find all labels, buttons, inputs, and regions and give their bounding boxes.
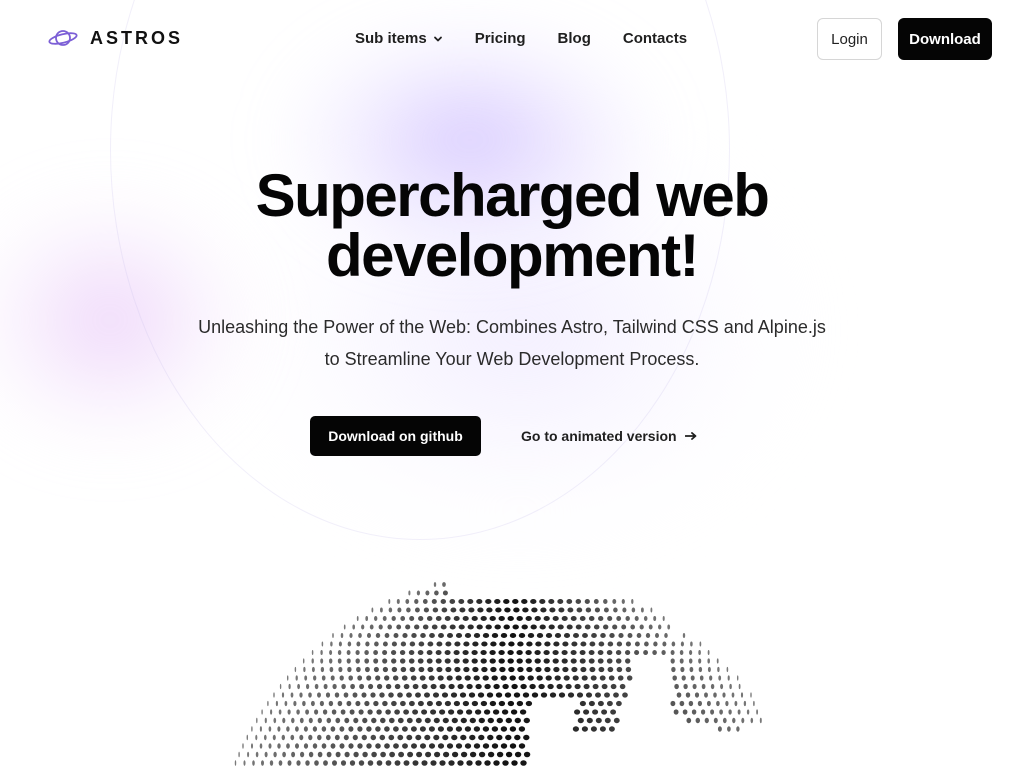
login-button[interactable]: Login <box>817 18 882 60</box>
hero-title-line-1: Supercharged web <box>255 162 770 229</box>
hero-title: Supercharged web development! <box>160 166 864 286</box>
animated-version-link[interactable]: Go to animated version <box>521 426 697 446</box>
brand-logo[interactable]: ASTROS <box>48 26 183 50</box>
hero-title-line-2: development! <box>325 222 700 289</box>
download-button[interactable]: Download <box>898 18 992 60</box>
nav-item-blog[interactable]: Blog <box>558 30 591 47</box>
globe-dots <box>234 582 762 766</box>
animated-version-label: Go to animated version <box>521 428 677 444</box>
nav-item-contacts[interactable]: Contacts <box>623 30 687 47</box>
dotted-globe-icon <box>234 582 762 766</box>
nav-item-sub-items[interactable]: Sub items <box>355 30 443 47</box>
planet-icon <box>48 30 78 46</box>
hero-subtitle: Unleashing the Power of the Web: Combine… <box>170 311 854 375</box>
brand-name: ASTROS <box>90 27 184 48</box>
arrow-right-icon <box>684 432 696 440</box>
landing-page: ASTROS Sub items Pricing Blog Contacts L… <box>0 0 1024 768</box>
site-header: ASTROS Sub items Pricing Blog Contacts L… <box>0 0 1024 78</box>
hero-subtitle-line-1: Unleashing the Power of the Web: Combine… <box>198 317 826 337</box>
main-nav: Sub items Pricing Blog Contacts <box>355 30 687 47</box>
hero-subtitle-line-2: to Streamline Your Web Development Proce… <box>324 349 700 369</box>
chevron-down-icon <box>433 36 442 41</box>
globe-illustration <box>200 560 820 768</box>
nav-item-label: Sub items <box>355 30 427 47</box>
download-on-github-button[interactable]: Download on github <box>310 416 481 456</box>
nav-item-pricing[interactable]: Pricing <box>475 30 526 47</box>
